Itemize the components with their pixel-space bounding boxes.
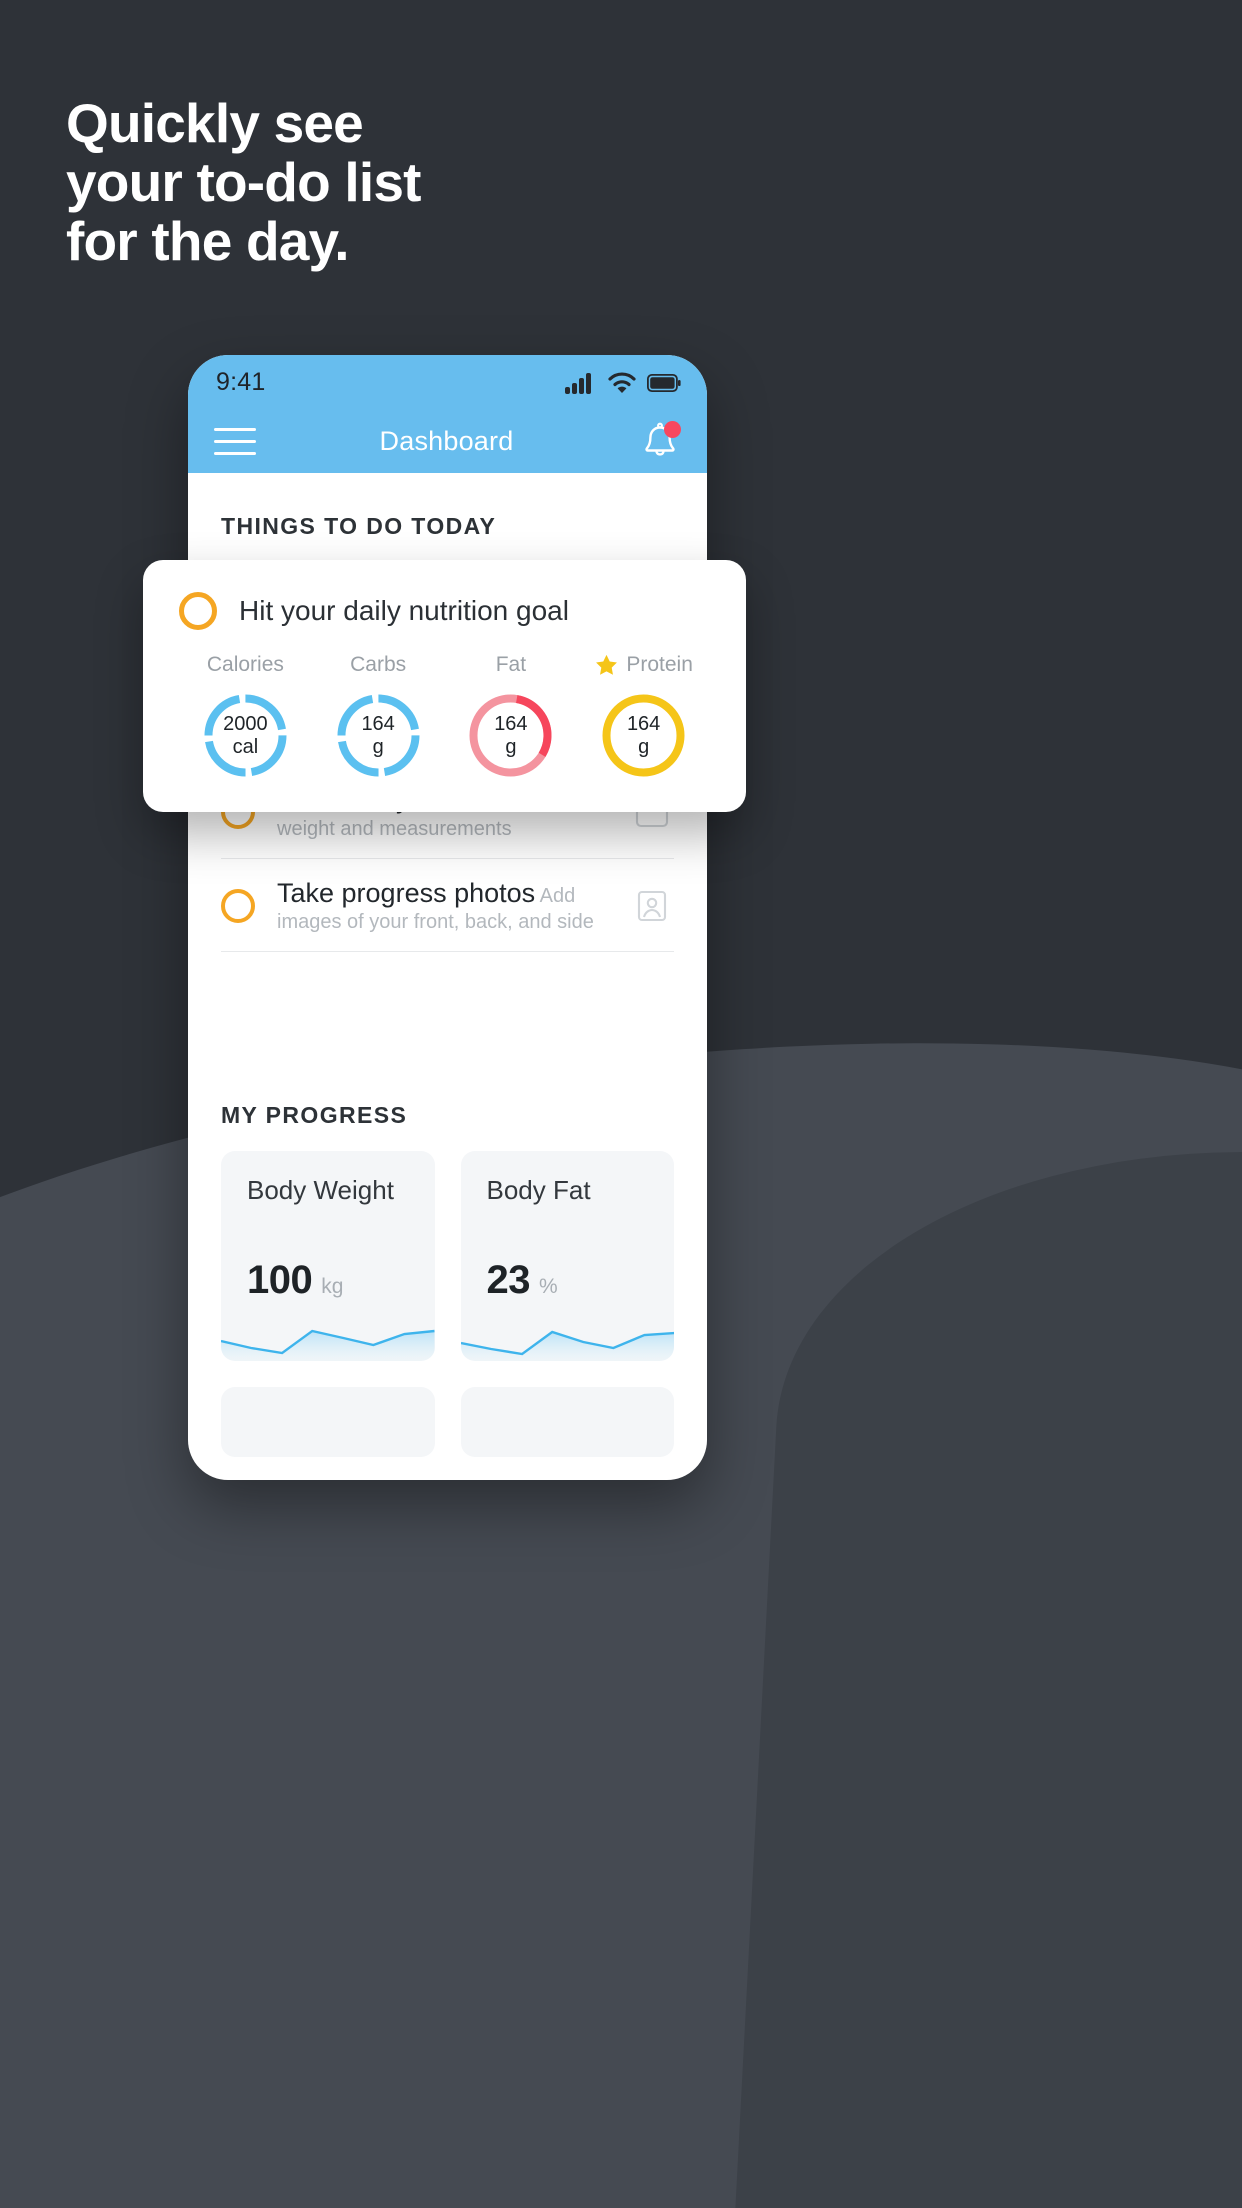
nutrition-metric-label: Carbs [350, 653, 407, 676]
nutrition-metric-label: Calories [206, 653, 284, 676]
nutrition-metric-label-group: Protein [594, 652, 693, 678]
nutrition-progress-ring: 164 g [598, 690, 689, 781]
section-label-progress: MY PROGRESS [221, 1102, 408, 1129]
progress-card-unit: % [539, 1275, 558, 1299]
nav-bar: Dashboard [188, 410, 707, 473]
section-label-todo: THINGS TO DO TODAY [221, 513, 497, 539]
nutrition-metric-label: Protein [626, 653, 693, 676]
hamburger-bar [214, 440, 256, 443]
status-icon-group [565, 371, 681, 394]
circle-unchecked-icon[interactable] [179, 592, 217, 630]
progress-card-value: 100 [247, 1258, 313, 1303]
nutrition-metric-unit: g [638, 735, 650, 758]
nutrition-metric-value-group: 164 g [465, 690, 556, 781]
phone-mockup: 9:41 Dashboard THINGS TO DO TODAY weight… [188, 355, 707, 1480]
hamburger-icon[interactable] [214, 428, 256, 455]
task-row[interactable]: Take progress photos Add images of your … [221, 859, 674, 953]
nutrition-metric-value: 164 [494, 713, 528, 736]
progress-card-body-weight[interactable]: Body Weight 100 kg [221, 1151, 435, 1362]
notification-badge [663, 420, 681, 438]
progress-card-title: Body Fat [486, 1175, 591, 1206]
nutrition-metric-unit: g [505, 735, 517, 758]
nutrition-metric-calories[interactable]: Calories 2000 cal [179, 652, 312, 781]
page-title: Dashboard [379, 426, 514, 456]
star-icon [596, 654, 618, 675]
nutrition-metric-label: Fat [495, 653, 527, 676]
status-bar: 9:41 [188, 355, 707, 410]
sparkline-chart-body-fat [460, 1330, 674, 1362]
notifications-button[interactable] [637, 419, 683, 465]
progress-card-value-group: 23 % [487, 1258, 558, 1303]
circle-unchecked-icon[interactable] [221, 888, 255, 923]
headline-line-1: Quickly see [66, 92, 364, 154]
task-title: Take progress photos [277, 877, 536, 908]
progress-card-value-group: 100 kg [247, 1258, 343, 1303]
progress-card-title: Body Weight [247, 1175, 394, 1206]
signal-icon [565, 372, 591, 394]
nutrition-progress-ring: 164 g [333, 690, 424, 781]
nutrition-card-title: Hit your daily nutrition goal [239, 595, 569, 626]
battery-icon [647, 373, 681, 392]
headline-line-3: for the day. [66, 209, 350, 272]
wifi-icon [608, 371, 636, 393]
nutrition-progress-ring: 2000 cal [200, 690, 291, 781]
person-photo-icon [630, 884, 674, 928]
nutrition-metric-value: 2000 [223, 713, 268, 736]
task-text: Take progress photos Add images of your … [277, 877, 608, 936]
nutrition-metric-unit: cal [232, 735, 259, 758]
nutrition-metrics-grid: Calories 2000 cal Carbs 164 g Fat 164 g … [179, 652, 710, 781]
nutrition-metric-unit: g [372, 735, 384, 758]
progress-card-grid: Body Weight 100 kg Body Fat 23 % [188, 1129, 707, 1362]
nutrition-metric-value-group: 2000 cal [200, 690, 291, 781]
status-time: 9:41 [216, 368, 266, 396]
marketing-headline: Quickly see your to-do list for the day. [66, 94, 706, 271]
progress-card-partial[interactable] [221, 1387, 435, 1458]
progress-card-partial[interactable] [460, 1387, 674, 1458]
nutrition-progress-ring: 164 g [465, 690, 556, 781]
nutrition-goal-card[interactable]: Hit your daily nutrition goal Calories 2… [143, 560, 746, 812]
nutrition-metric-protein[interactable]: Protein 164 g [577, 652, 710, 781]
nutrition-metric-value-group: 164 g [333, 690, 424, 781]
nutrition-card-header: Hit your daily nutrition goal [179, 592, 710, 630]
nutrition-metric-fat[interactable]: Fat 164 g [445, 652, 578, 781]
progress-card-grid-partial [188, 1361, 707, 1458]
nutrition-metric-value: 164 [361, 713, 395, 736]
nutrition-metric-value-group: 164 g [598, 690, 689, 781]
progress-card-body-fat[interactable]: Body Fat 23 % [460, 1151, 674, 1362]
sparkline-chart-body-weight [221, 1329, 435, 1362]
hamburger-bar [214, 428, 256, 431]
headline-line-2: your to-do list [66, 150, 421, 213]
progress-card-unit: kg [321, 1275, 344, 1299]
hamburger-bar [214, 452, 256, 455]
nutrition-metric-value: 164 [626, 713, 661, 736]
nutrition-metric-carbs[interactable]: Carbs 164 g [312, 652, 445, 781]
progress-card-value: 23 [486, 1258, 531, 1303]
